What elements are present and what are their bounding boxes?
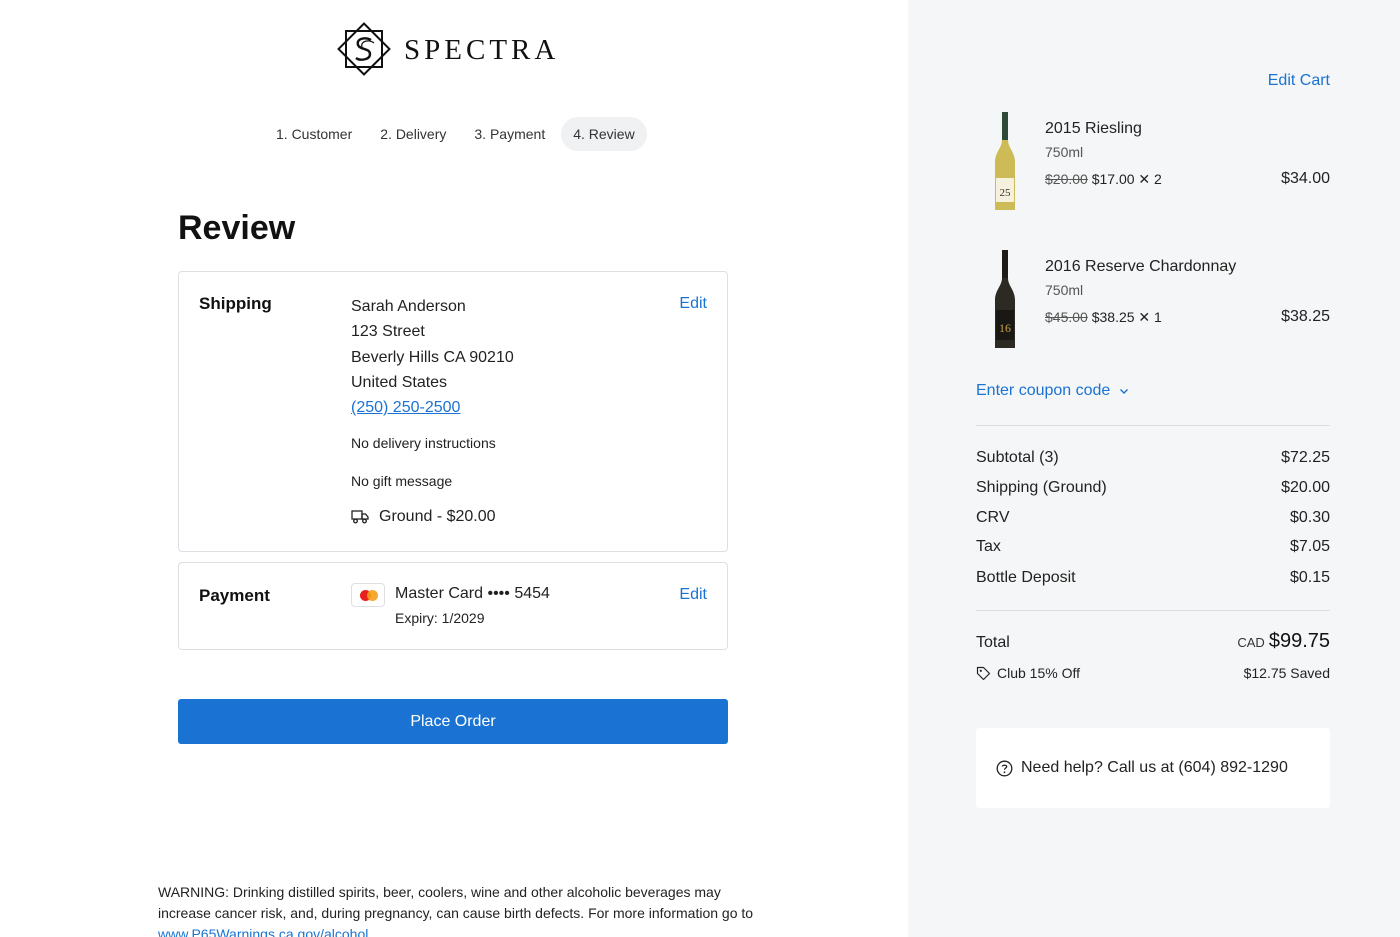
summary-value: $0.30 (1289, 509, 1330, 526)
street: 123 Street (351, 323, 425, 341)
summary-value: $7.05 (1289, 538, 1330, 555)
club-saved: $12.75 Saved (1243, 665, 1330, 681)
club-discount-label: Club 15% Off (997, 665, 1081, 681)
coupon-label: Enter coupon code (976, 382, 1111, 399)
page-title: Review (178, 209, 296, 247)
delivery-instructions: No delivery instructions (351, 435, 496, 451)
help-box: Need help? Call us at (604) 892-1290 (976, 728, 1330, 808)
alcohol-warning: WARNING: Drinking distilled spirits, bee… (158, 882, 758, 937)
shipping-label: Shipping (199, 294, 272, 313)
card-expiry: Expiry: 1/2029 (395, 610, 485, 626)
city-line: Beverly Hills CA 90210 (351, 348, 514, 366)
original-price: $20.00 (1045, 171, 1088, 187)
order-summary: Edit Cart 25 2015 Riesling 750ml $20.00 … (908, 0, 1400, 937)
step-delivery[interactable]: 2. Delivery (368, 117, 458, 151)
summary-value: $72.25 (1281, 449, 1330, 466)
summary-value: $0.15 (1289, 569, 1330, 586)
shipping-method-label: Ground - $20.00 (379, 508, 496, 525)
shipping-method: Ground - $20.00 (351, 508, 496, 526)
price-quantity: $17.00 ✕ 2 (1091, 171, 1162, 187)
shipping-card: Shipping Edit Sarah Anderson 123 Street … (178, 271, 728, 552)
summary-label: CRV (976, 509, 1010, 526)
step-review[interactable]: 4. Review (561, 117, 647, 151)
shipping-edit-link[interactable]: Edit (679, 295, 707, 313)
checkout-steps: 1. Customer 2. Delivery 3. Payment 4. Re… (264, 117, 651, 151)
item-price: $20.00 $17.00 ✕ 2 (1045, 171, 1162, 188)
currency-code: CAD (1237, 635, 1265, 650)
item-total: $34.00 (1281, 170, 1330, 187)
place-order-button[interactable]: Place Order (178, 699, 728, 744)
help-text: Need help? Call us at (604) 892-1290 (1021, 759, 1288, 776)
item-size: 750ml (1045, 144, 1084, 160)
wine-bottle-icon: 16 (995, 250, 1015, 348)
brand-logo[interactable]: SPECTRA (336, 18, 559, 82)
svg-text:16: 16 (999, 321, 1011, 335)
item-price: $45.00 $38.25 ✕ 1 (1045, 309, 1162, 326)
club-discount-row: Club 15% Off $12.75 Saved (976, 665, 1330, 681)
price-quantity: $38.25 ✕ 1 (1091, 309, 1162, 325)
coupon-toggle[interactable]: Enter coupon code (976, 382, 1129, 400)
summary-value: $20.00 (1281, 479, 1330, 496)
total-label: Total (976, 634, 1010, 651)
total-value: $99.75 (1268, 630, 1330, 652)
summary-row: Shipping (Ground) $20.00 (976, 479, 1330, 497)
summary-label: Bottle Deposit (976, 569, 1076, 586)
total-amount: CAD $99.75 (1237, 630, 1330, 653)
brand-name: SPECTRA (404, 33, 560, 66)
payment-label: Payment (199, 586, 270, 605)
summary-row: Bottle Deposit $0.15 (976, 569, 1330, 587)
chevron-down-icon (1119, 389, 1128, 394)
divider (976, 610, 1330, 611)
wine-bottle-icon: 25 (995, 112, 1015, 210)
card-number: Master Card •••• 5454 (395, 585, 550, 602)
summary-label: Subtotal (3) (976, 449, 1059, 466)
checkout-main: SPECTRA 1. Customer 2. Delivery 3. Payme… (0, 0, 908, 937)
recipient-name: Sarah Anderson (351, 298, 466, 315)
edit-cart-link[interactable]: Edit Cart (1268, 72, 1330, 90)
step-payment[interactable]: 3. Payment (462, 117, 557, 151)
step-customer[interactable]: 1. Customer (264, 117, 364, 151)
summary-label: Tax (976, 538, 1001, 555)
item-total: $38.25 (1281, 308, 1330, 325)
total-row: Total CAD $99.75 (976, 630, 1330, 653)
item-name: 2015 Riesling (1045, 120, 1142, 137)
divider (976, 425, 1330, 426)
tag-icon (976, 666, 991, 680)
summary-label: Shipping (Ground) (976, 479, 1107, 496)
cart-item: 16 2016 Reserve Chardonnay 750ml $45.00 … (976, 250, 1330, 350)
original-price: $45.00 (1045, 309, 1088, 325)
warning-link[interactable]: www.P65Warnings.ca.gov/alcohol (158, 926, 368, 937)
shipping-address: Sarah Anderson 123 Street Beverly Hills … (351, 294, 514, 420)
payment-card: Payment Edit Master Card •••• 5454 Expir… (178, 562, 728, 650)
svg-text:25: 25 (1000, 187, 1012, 199)
item-size: 750ml (1045, 282, 1084, 298)
cart-item: 25 2015 Riesling 750ml $20.00 $17.00 ✕ 2… (976, 112, 1330, 212)
help-circle-icon (996, 760, 1013, 776)
item-name: 2016 Reserve Chardonnay (1045, 258, 1237, 275)
gift-message: No gift message (351, 473, 453, 489)
summary-row: Subtotal (3) $72.25 (976, 449, 1330, 467)
warning-text: WARNING: Drinking distilled spirits, bee… (158, 884, 754, 921)
spectra-logo-icon (337, 22, 391, 76)
phone-link[interactable]: (250) 250-2500 (351, 399, 460, 416)
country: United States (351, 373, 448, 391)
payment-edit-link[interactable]: Edit (679, 586, 707, 604)
mastercard-icon (351, 583, 385, 607)
truck-icon (351, 510, 369, 524)
summary-row: Tax $7.05 (976, 538, 1330, 556)
summary-row: CRV $0.30 (976, 509, 1330, 527)
